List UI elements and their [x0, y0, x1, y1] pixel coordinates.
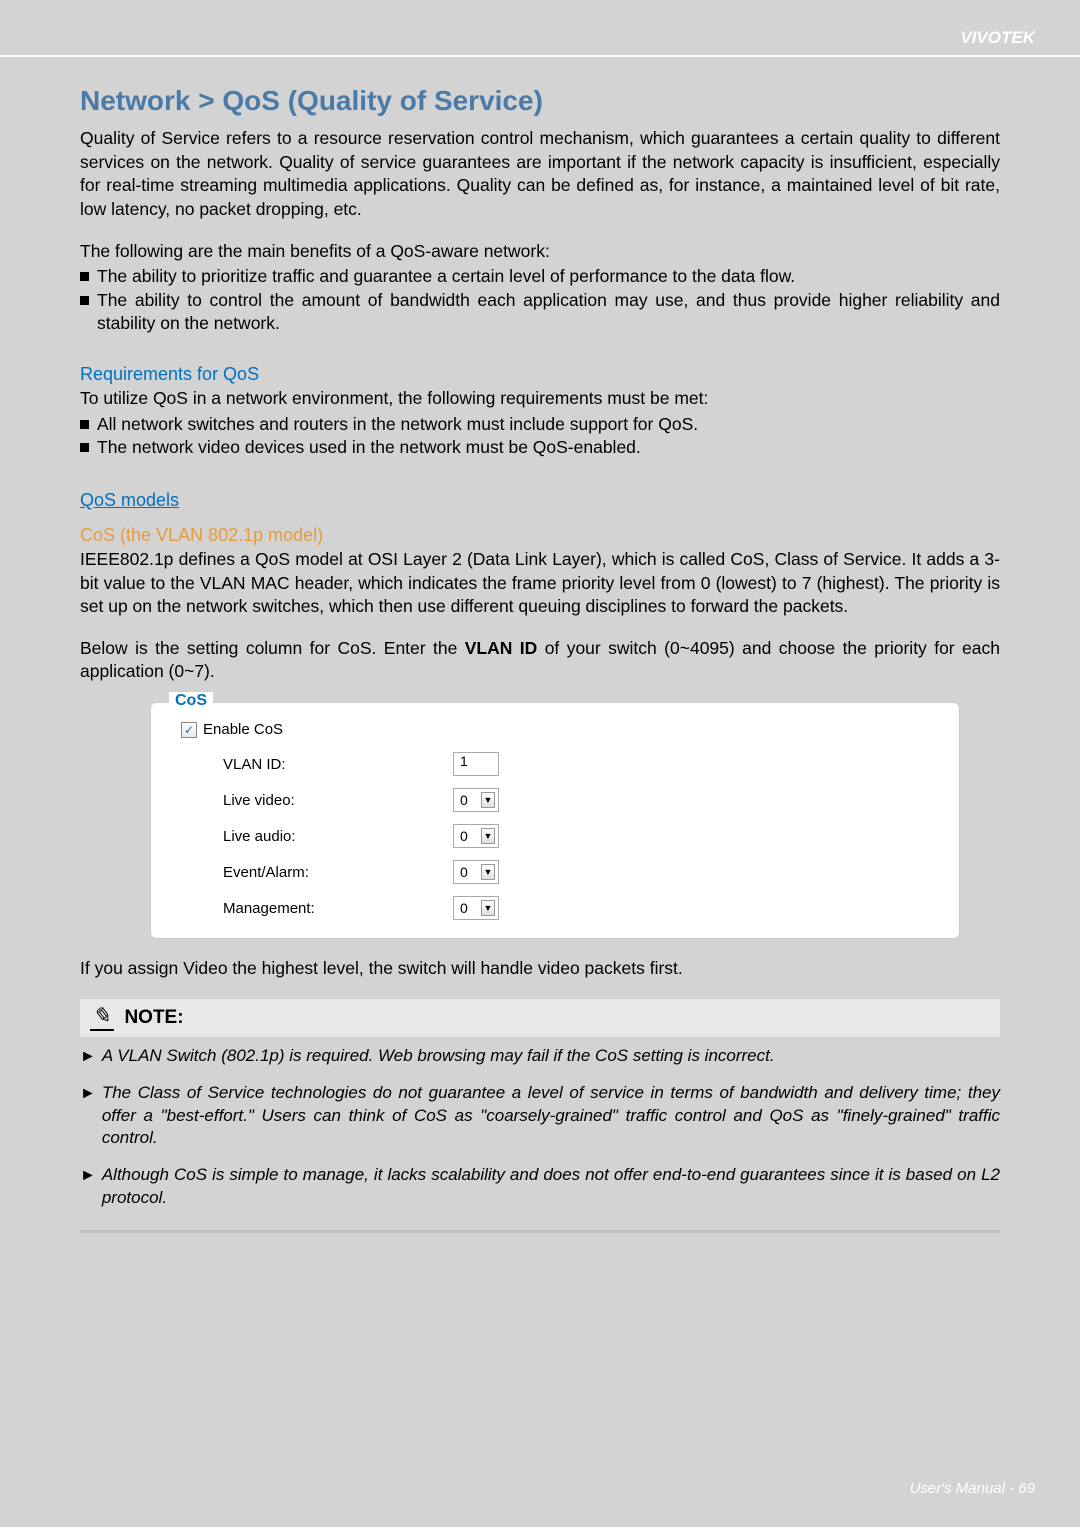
vlan-id-row: VLAN ID: 1: [181, 752, 929, 776]
cos-heading: CoS (the VLAN 802.1p model): [80, 525, 1000, 546]
footer-page-number: User's Manual - 69: [910, 1480, 1035, 1497]
note-item: ► Although CoS is simple to manage, it l…: [80, 1164, 1000, 1210]
live-video-select[interactable]: 0 ▼: [453, 788, 499, 812]
enable-cos-row: ✓ Enable CoS: [181, 721, 929, 738]
list-item: The ability to control the amount of ban…: [80, 289, 1000, 336]
note-text: Although CoS is simple to manage, it lac…: [102, 1164, 1000, 1210]
note-item: ► A VLAN Switch (802.1p) is required. We…: [80, 1045, 1000, 1068]
cos-below-paragraph: Below is the setting column for CoS. Ent…: [80, 637, 1000, 684]
cos-legend: CoS: [169, 692, 213, 710]
requirements-heading: Requirements for QoS: [80, 364, 1000, 385]
live-audio-label: Live audio:: [223, 828, 453, 845]
management-select[interactable]: 0 ▼: [453, 896, 499, 920]
vlan-id-label: VLAN ID:: [223, 756, 453, 773]
note-label: NOTE:: [124, 1007, 183, 1029]
cos-paragraph: IEEE802.1p defines a QoS model at OSI La…: [80, 548, 1000, 619]
list-item: The ability to prioritize traffic and gu…: [80, 265, 1000, 289]
triangle-bullet-icon: ►: [80, 1046, 96, 1068]
note-pencil-icon: ✎: [90, 1005, 114, 1031]
square-bullet-icon: [80, 420, 89, 429]
enable-cos-label: Enable CoS: [203, 721, 283, 738]
list-item-text: All network switches and routers in the …: [97, 413, 698, 437]
cos-settings-panel: CoS ✓ Enable CoS VLAN ID: 1 Live video: …: [150, 702, 960, 939]
select-value: 0: [460, 900, 468, 916]
list-item-text: The network video devices used in the ne…: [97, 436, 641, 460]
requirements-list: All network switches and routers in the …: [80, 413, 1000, 460]
page-content: Network > QoS (Quality of Service) Quali…: [0, 55, 1080, 1233]
triangle-bullet-icon: ►: [80, 1083, 96, 1151]
page-title: Network > QoS (Quality of Service): [80, 85, 1000, 117]
event-alarm-row: Event/Alarm: 0 ▼: [181, 860, 929, 884]
note-header: ✎ NOTE:: [80, 999, 1000, 1037]
end-divider: [80, 1230, 1000, 1233]
after-box-text: If you assign Video the highest level, t…: [80, 957, 1000, 981]
event-alarm-select[interactable]: 0 ▼: [453, 860, 499, 884]
triangle-bullet-icon: ►: [80, 1165, 96, 1210]
qos-models-heading: QoS models: [80, 490, 1000, 511]
note-text: A VLAN Switch (802.1p) is required. Web …: [102, 1045, 775, 1068]
square-bullet-icon: [80, 272, 89, 281]
chevron-down-icon: ▼: [481, 864, 495, 880]
live-video-label: Live video:: [223, 792, 453, 809]
select-value: 0: [460, 828, 468, 844]
benefits-list: The ability to prioritize traffic and gu…: [80, 265, 1000, 336]
management-row: Management: 0 ▼: [181, 896, 929, 920]
chevron-down-icon: ▼: [481, 792, 495, 808]
event-alarm-label: Event/Alarm:: [223, 864, 453, 881]
live-video-row: Live video: 0 ▼: [181, 788, 929, 812]
note-item: ► The Class of Service technologies do n…: [80, 1082, 1000, 1151]
chevron-down-icon: ▼: [481, 828, 495, 844]
select-value: 0: [460, 792, 468, 808]
select-value: 0: [460, 864, 468, 880]
header-divider: [0, 55, 1080, 57]
live-audio-select[interactable]: 0 ▼: [453, 824, 499, 848]
intro-paragraph: Quality of Service refers to a resource …: [80, 127, 1000, 222]
requirements-lead: To utilize QoS in a network environment,…: [80, 387, 1000, 411]
chevron-down-icon: ▼: [481, 900, 495, 916]
vlan-id-input[interactable]: 1: [453, 752, 499, 776]
square-bullet-icon: [80, 296, 89, 305]
enable-cos-checkbox[interactable]: ✓: [181, 722, 197, 738]
management-label: Management:: [223, 900, 453, 917]
text-span: Below is the setting column for CoS. Ent…: [80, 638, 465, 658]
list-item: The network video devices used in the ne…: [80, 436, 1000, 460]
list-item-text: The ability to control the amount of ban…: [97, 289, 1000, 336]
brand-label: VIVOTEK: [960, 28, 1035, 48]
list-item-text: The ability to prioritize traffic and gu…: [97, 265, 795, 289]
note-text: The Class of Service technologies do not…: [102, 1082, 1000, 1151]
text-bold: VLAN ID: [465, 638, 538, 658]
live-audio-row: Live audio: 0 ▼: [181, 824, 929, 848]
benefits-lead: The following are the main benefits of a…: [80, 240, 1000, 264]
square-bullet-icon: [80, 443, 89, 452]
list-item: All network switches and routers in the …: [80, 413, 1000, 437]
